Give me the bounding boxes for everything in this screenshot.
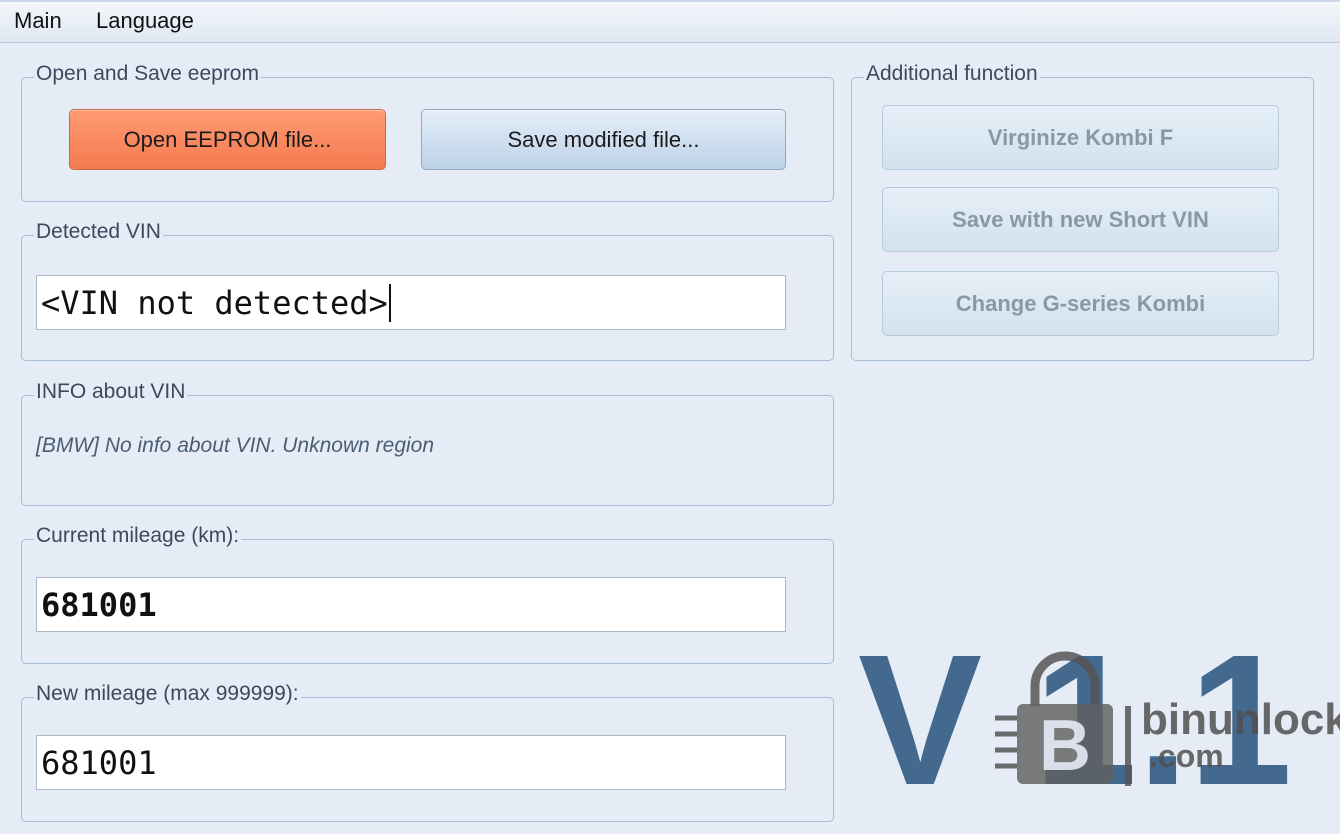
svg-text:B: B <box>1039 706 1091 786</box>
vin-value: <VIN not detected> <box>41 283 388 322</box>
save-modified-label: Save modified file... <box>507 126 700 152</box>
menu-bar: Main Language <box>0 0 1340 43</box>
current-mileage-value: 681001 <box>41 585 157 624</box>
save-short-vin-label: Save with new Short VIN <box>952 206 1209 232</box>
new-mileage-group: New mileage (max 999999): 681001 <box>21 682 834 822</box>
watermark-logo: B binunlock .com <box>995 648 1340 788</box>
new-mileage-value: 681001 <box>41 743 157 782</box>
detected-vin-title: Detected VIN <box>34 220 163 244</box>
info-vin-title: INFO about VIN <box>34 380 188 404</box>
vin-field[interactable]: <VIN not detected> <box>36 275 786 330</box>
virginize-kombi-button[interactable]: Virginize Kombi F <box>882 105 1279 170</box>
new-mileage-field[interactable]: 681001 <box>36 735 786 790</box>
virginize-kombi-label: Virginize Kombi F <box>987 124 1174 150</box>
save-short-vin-button[interactable]: Save with new Short VIN <box>882 187 1279 252</box>
menu-language[interactable]: Language <box>94 8 196 34</box>
additional-function-title: Additional function <box>864 62 1040 86</box>
info-vin-text: [BMW] No info about VIN. Unknown region <box>36 434 435 457</box>
open-eeprom-label: Open EEPROM file... <box>123 126 332 152</box>
current-mileage-title: Current mileage (km): <box>34 524 242 548</box>
detected-vin-group: Detected VIN <VIN not detected> <box>21 220 834 361</box>
change-g-series-button[interactable]: Change G-series Kombi <box>882 271 1279 336</box>
watermark-text-domain: .com <box>1149 738 1224 774</box>
menu-main[interactable]: Main <box>12 8 64 34</box>
watermark-text-main: binunlock <box>1141 695 1340 744</box>
open-save-group-title: Open and Save eeprom <box>34 62 261 86</box>
save-modified-button[interactable]: Save modified file... <box>421 109 786 170</box>
current-mileage-field[interactable]: 681001 <box>36 577 786 632</box>
lock-chip-icon: B <box>995 651 1113 786</box>
additional-function-group: Additional function Virginize Kombi F Sa… <box>851 62 1314 361</box>
new-mileage-title: New mileage (max 999999): <box>34 682 301 706</box>
info-vin-group: INFO about VIN [BMW] No info about VIN. … <box>21 380 834 506</box>
current-mileage-group: Current mileage (km): 681001 <box>21 524 834 664</box>
text-caret <box>388 283 391 322</box>
open-eeprom-button[interactable]: Open EEPROM file... <box>69 109 386 170</box>
watermark-divider <box>1125 706 1131 786</box>
change-g-series-label: Change G-series Kombi <box>955 290 1206 316</box>
open-save-group: Open and Save eeprom Open EEPROM file...… <box>21 62 834 202</box>
